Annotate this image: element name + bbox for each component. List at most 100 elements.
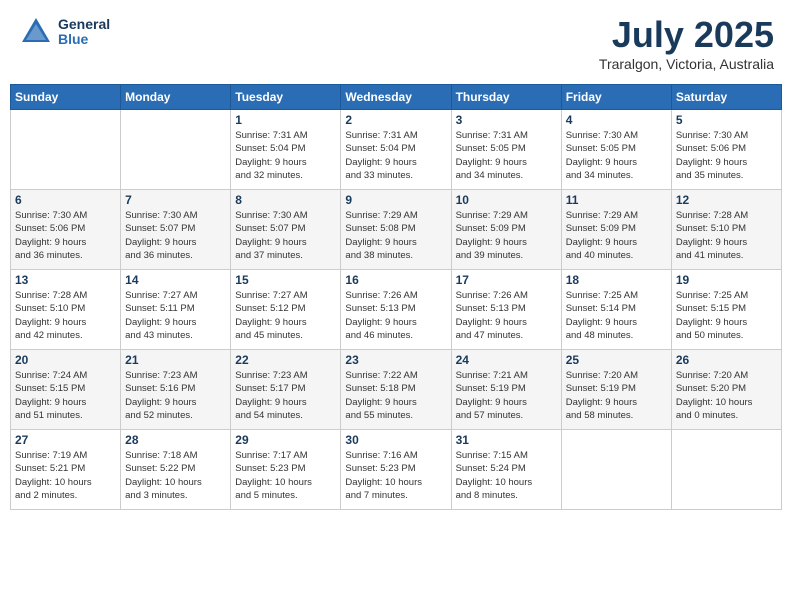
- day-number: 5: [676, 113, 777, 127]
- weekday-header-tuesday: Tuesday: [231, 85, 341, 110]
- day-detail: Sunrise: 7:31 AM Sunset: 5:04 PM Dayligh…: [345, 129, 446, 182]
- day-detail: Sunrise: 7:19 AM Sunset: 5:21 PM Dayligh…: [15, 449, 116, 502]
- day-number: 12: [676, 193, 777, 207]
- page-header: General Blue July 2025 Traralgon, Victor…: [10, 10, 782, 76]
- day-number: 4: [566, 113, 667, 127]
- calendar-cell: [11, 110, 121, 190]
- day-detail: Sunrise: 7:30 AM Sunset: 5:06 PM Dayligh…: [15, 209, 116, 262]
- calendar-cell: 25 Sunrise: 7:20 AM Sunset: 5:19 PM Dayli…: [561, 350, 671, 430]
- weekday-header-saturday: Saturday: [671, 85, 781, 110]
- calendar-cell: 22 Sunrise: 7:23 AM Sunset: 5:17 PM Dayli…: [231, 350, 341, 430]
- day-detail: Sunrise: 7:29 AM Sunset: 5:08 PM Dayligh…: [345, 209, 446, 262]
- day-number: 9: [345, 193, 446, 207]
- day-number: 20: [15, 353, 116, 367]
- day-detail: Sunrise: 7:22 AM Sunset: 5:18 PM Dayligh…: [345, 369, 446, 422]
- day-detail: Sunrise: 7:28 AM Sunset: 5:10 PM Dayligh…: [676, 209, 777, 262]
- day-detail: Sunrise: 7:17 AM Sunset: 5:23 PM Dayligh…: [235, 449, 336, 502]
- weekday-header-thursday: Thursday: [451, 85, 561, 110]
- logo-text: General Blue: [58, 17, 110, 48]
- calendar-cell: 12 Sunrise: 7:28 AM Sunset: 5:10 PM Dayli…: [671, 190, 781, 270]
- day-number: 25: [566, 353, 667, 367]
- calendar-cell: 1Sunrise: 7:31 AM Sunset: 5:04 PM Daylig…: [231, 110, 341, 190]
- calendar-cell: [671, 430, 781, 510]
- calendar-cell: 15 Sunrise: 7:27 AM Sunset: 5:12 PM Dayli…: [231, 270, 341, 350]
- logo-blue-text: Blue: [58, 32, 110, 47]
- calendar-cell: 7Sunrise: 7:30 AM Sunset: 5:07 PM Daylig…: [121, 190, 231, 270]
- day-detail: Sunrise: 7:24 AM Sunset: 5:15 PM Dayligh…: [15, 369, 116, 422]
- day-number: 24: [456, 353, 557, 367]
- day-number: 29: [235, 433, 336, 447]
- day-number: 10: [456, 193, 557, 207]
- calendar-cell: 29 Sunrise: 7:17 AM Sunset: 5:23 PM Dayli…: [231, 430, 341, 510]
- calendar-cell: 24 Sunrise: 7:21 AM Sunset: 5:19 PM Dayli…: [451, 350, 561, 430]
- calendar-cell: 28 Sunrise: 7:18 AM Sunset: 5:22 PM Dayli…: [121, 430, 231, 510]
- day-number: 6: [15, 193, 116, 207]
- calendar-cell: 5 Sunrise: 7:30 AM Sunset: 5:06 PM Daylig…: [671, 110, 781, 190]
- calendar-cell: 18Sunrise: 7:25 AM Sunset: 5:14 PM Dayli…: [561, 270, 671, 350]
- day-number: 19: [676, 273, 777, 287]
- day-number: 28: [125, 433, 226, 447]
- day-detail: Sunrise: 7:21 AM Sunset: 5:19 PM Dayligh…: [456, 369, 557, 422]
- day-detail: Sunrise: 7:31 AM Sunset: 5:05 PM Dayligh…: [456, 129, 557, 182]
- calendar-cell: 6 Sunrise: 7:30 AM Sunset: 5:06 PM Daylig…: [11, 190, 121, 270]
- calendar-week-1: 1Sunrise: 7:31 AM Sunset: 5:04 PM Daylig…: [11, 110, 782, 190]
- day-detail: Sunrise: 7:29 AM Sunset: 5:09 PM Dayligh…: [456, 209, 557, 262]
- day-number: 13: [15, 273, 116, 287]
- logo-general-text: General: [58, 17, 110, 32]
- calendar-week-3: 13 Sunrise: 7:28 AM Sunset: 5:10 PM Dayli…: [11, 270, 782, 350]
- month-year-title: July 2025: [599, 14, 774, 56]
- day-number: 21: [125, 353, 226, 367]
- calendar-cell: 31Sunrise: 7:15 AM Sunset: 5:24 PM Dayli…: [451, 430, 561, 510]
- weekday-header-monday: Monday: [121, 85, 231, 110]
- calendar-week-4: 20 Sunrise: 7:24 AM Sunset: 5:15 PM Dayli…: [11, 350, 782, 430]
- day-detail: Sunrise: 7:18 AM Sunset: 5:22 PM Dayligh…: [125, 449, 226, 502]
- calendar-week-5: 27 Sunrise: 7:19 AM Sunset: 5:21 PM Dayli…: [11, 430, 782, 510]
- calendar-cell: 27 Sunrise: 7:19 AM Sunset: 5:21 PM Dayli…: [11, 430, 121, 510]
- day-number: 11: [566, 193, 667, 207]
- calendar-cell: 8 Sunrise: 7:30 AM Sunset: 5:07 PM Daylig…: [231, 190, 341, 270]
- day-detail: Sunrise: 7:23 AM Sunset: 5:17 PM Dayligh…: [235, 369, 336, 422]
- calendar-cell: 30Sunrise: 7:16 AM Sunset: 5:23 PM Dayli…: [341, 430, 451, 510]
- calendar-cell: 20 Sunrise: 7:24 AM Sunset: 5:15 PM Dayli…: [11, 350, 121, 430]
- day-detail: Sunrise: 7:31 AM Sunset: 5:04 PM Dayligh…: [235, 129, 336, 182]
- day-number: 26: [676, 353, 777, 367]
- calendar-week-2: 6 Sunrise: 7:30 AM Sunset: 5:06 PM Daylig…: [11, 190, 782, 270]
- weekday-header-wednesday: Wednesday: [341, 85, 451, 110]
- day-detail: Sunrise: 7:23 AM Sunset: 5:16 PM Dayligh…: [125, 369, 226, 422]
- day-detail: Sunrise: 7:26 AM Sunset: 5:13 PM Dayligh…: [345, 289, 446, 342]
- weekday-header-sunday: Sunday: [11, 85, 121, 110]
- calendar-cell: 23Sunrise: 7:22 AM Sunset: 5:18 PM Dayli…: [341, 350, 451, 430]
- calendar-cell: 26 Sunrise: 7:20 AM Sunset: 5:20 PM Dayli…: [671, 350, 781, 430]
- day-number: 8: [235, 193, 336, 207]
- day-detail: Sunrise: 7:30 AM Sunset: 5:07 PM Dayligh…: [125, 209, 226, 262]
- day-number: 22: [235, 353, 336, 367]
- day-number: 3: [456, 113, 557, 127]
- day-detail: Sunrise: 7:29 AM Sunset: 5:09 PM Dayligh…: [566, 209, 667, 262]
- calendar-cell: 14 Sunrise: 7:27 AM Sunset: 5:11 PM Dayli…: [121, 270, 231, 350]
- day-number: 14: [125, 273, 226, 287]
- day-detail: Sunrise: 7:30 AM Sunset: 5:07 PM Dayligh…: [235, 209, 336, 262]
- day-number: 27: [15, 433, 116, 447]
- day-detail: Sunrise: 7:20 AM Sunset: 5:20 PM Dayligh…: [676, 369, 777, 422]
- day-detail: Sunrise: 7:28 AM Sunset: 5:10 PM Dayligh…: [15, 289, 116, 342]
- day-number: 15: [235, 273, 336, 287]
- day-number: 18: [566, 273, 667, 287]
- calendar-cell: 3 Sunrise: 7:31 AM Sunset: 5:05 PM Daylig…: [451, 110, 561, 190]
- calendar-cell: 16Sunrise: 7:26 AM Sunset: 5:13 PM Dayli…: [341, 270, 451, 350]
- day-detail: Sunrise: 7:30 AM Sunset: 5:06 PM Dayligh…: [676, 129, 777, 182]
- calendar-cell: 17Sunrise: 7:26 AM Sunset: 5:13 PM Dayli…: [451, 270, 561, 350]
- day-number: 17: [456, 273, 557, 287]
- calendar-cell: 13 Sunrise: 7:28 AM Sunset: 5:10 PM Dayli…: [11, 270, 121, 350]
- day-detail: Sunrise: 7:27 AM Sunset: 5:12 PM Dayligh…: [235, 289, 336, 342]
- location-subtitle: Traralgon, Victoria, Australia: [599, 56, 774, 72]
- weekday-header-friday: Friday: [561, 85, 671, 110]
- logo: General Blue: [18, 14, 110, 50]
- day-detail: Sunrise: 7:27 AM Sunset: 5:11 PM Dayligh…: [125, 289, 226, 342]
- calendar-table: SundayMondayTuesdayWednesdayThursdayFrid…: [10, 84, 782, 510]
- logo-icon: [18, 14, 54, 50]
- day-detail: Sunrise: 7:20 AM Sunset: 5:19 PM Dayligh…: [566, 369, 667, 422]
- day-detail: Sunrise: 7:16 AM Sunset: 5:23 PM Dayligh…: [345, 449, 446, 502]
- title-block: July 2025 Traralgon, Victoria, Australia: [599, 14, 774, 72]
- weekday-header-row: SundayMondayTuesdayWednesdayThursdayFrid…: [11, 85, 782, 110]
- calendar-cell: 19Sunrise: 7:25 AM Sunset: 5:15 PM Dayli…: [671, 270, 781, 350]
